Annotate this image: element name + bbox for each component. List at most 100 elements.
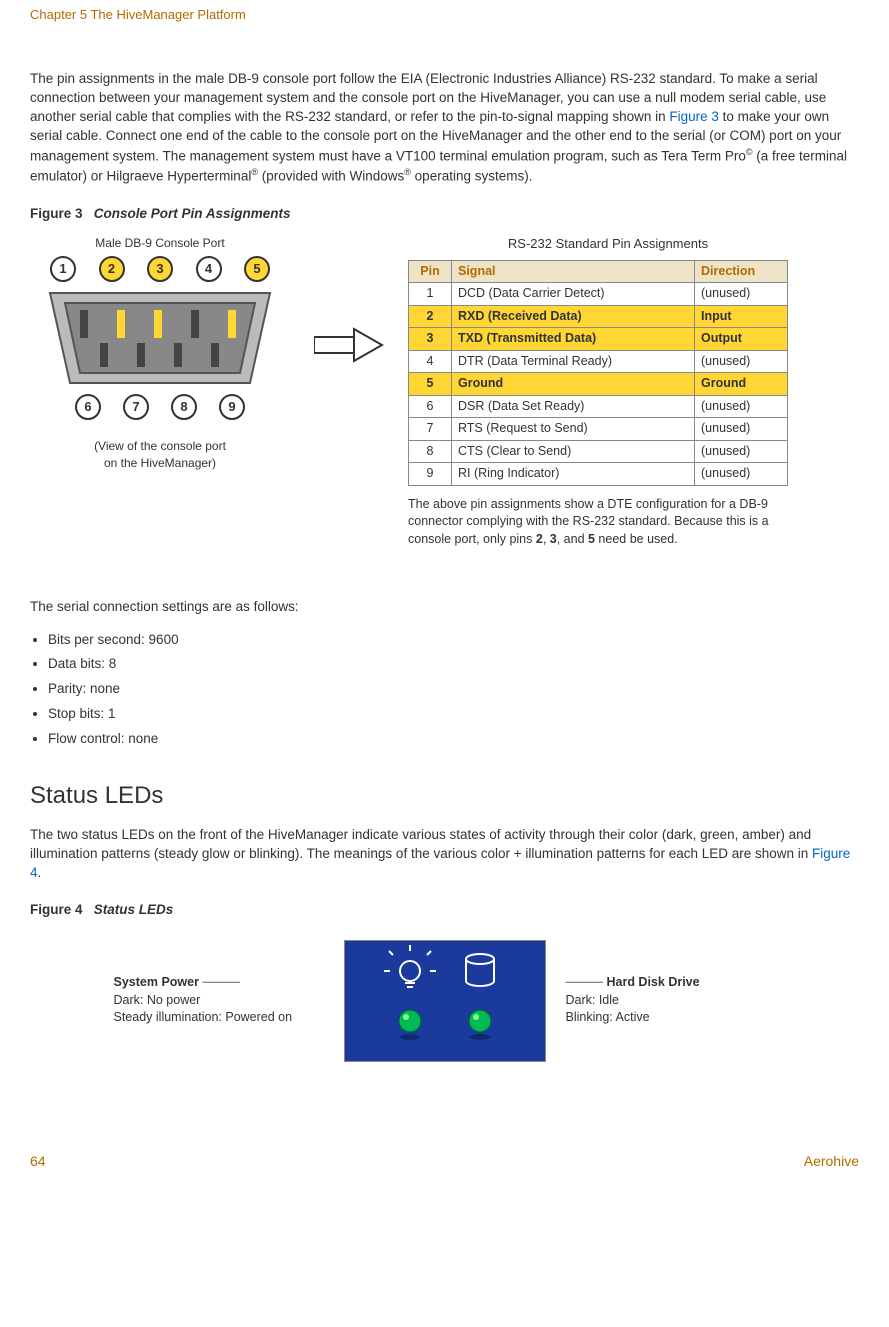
cell-sig: CTS (Clear to Send) bbox=[452, 440, 695, 463]
note-comma-2: , and bbox=[557, 532, 588, 546]
pin-circle-9: 9 bbox=[219, 394, 245, 420]
status-leds-heading: Status LEDs bbox=[30, 779, 859, 813]
cell-pin: 7 bbox=[409, 418, 452, 441]
arrow-icon bbox=[314, 235, 384, 370]
cell-sig: DSR (Data Set Ready) bbox=[452, 395, 695, 418]
pin-circle-3: 3 bbox=[147, 256, 173, 282]
table-row: 9RI (Ring Indicator)(unused) bbox=[409, 463, 788, 486]
db9-subcaption: (View of the console port on the HiveMan… bbox=[30, 438, 290, 472]
intro-paragraph: The pin assignments in the male DB-9 con… bbox=[30, 70, 859, 186]
list-item: Stop bits: 1 bbox=[48, 705, 859, 724]
brand-name: Aerohive bbox=[804, 1152, 859, 1172]
intro-text-d: (provided with Windows bbox=[258, 169, 404, 184]
db9-diagram: Male DB-9 Console Port 1 2 3 4 5 bbox=[30, 235, 290, 471]
pin-table: Pin Signal Direction 1DCD (Data Carrier … bbox=[408, 260, 788, 486]
figure-3-caption: Figure 3 Console Port Pin Assignments bbox=[30, 205, 859, 224]
pin-circle-1: 1 bbox=[50, 256, 76, 282]
figure-4-content: System Power ——— Dark: No power Steady i… bbox=[30, 940, 859, 1062]
pin-circle-8: 8 bbox=[171, 394, 197, 420]
figure-4-number: Figure 4 bbox=[30, 902, 83, 917]
cell-sig: RI (Ring Indicator) bbox=[452, 463, 695, 486]
cell-dir: (unused) bbox=[695, 395, 788, 418]
hdr-direction: Direction bbox=[695, 260, 788, 283]
cell-pin: 8 bbox=[409, 440, 452, 463]
pin-table-title: RS-232 Standard Pin Assignments bbox=[408, 235, 808, 253]
pin-circle-6: 6 bbox=[75, 394, 101, 420]
figure-3-content: Male DB-9 Console Port 1 2 3 4 5 bbox=[30, 235, 859, 548]
serial-settings-list: Bits per second: 9600 Data bits: 8 Parit… bbox=[30, 631, 859, 749]
cell-sig: TXD (Transmitted Data) bbox=[452, 328, 695, 351]
db9-sub-line2: on the HiveManager) bbox=[104, 456, 216, 470]
note-comma-1: , bbox=[543, 532, 550, 546]
db9-title: Male DB-9 Console Port bbox=[30, 235, 290, 252]
hdd-line2: Blinking: Active bbox=[566, 1009, 776, 1027]
figure-3-title: Console Port Pin Assignments bbox=[94, 206, 291, 221]
hdr-signal: Signal bbox=[452, 260, 695, 283]
table-row: 6DSR (Data Set Ready)(unused) bbox=[409, 395, 788, 418]
hdd-legend: ——— Hard Disk Drive Dark: Idle Blinking:… bbox=[566, 974, 776, 1027]
cell-sig: DCD (Data Carrier Detect) bbox=[452, 283, 695, 306]
cell-sig: RXD (Received Data) bbox=[452, 305, 695, 328]
pin-table-block: RS-232 Standard Pin Assignments Pin Sign… bbox=[408, 235, 808, 548]
table-row: 1DCD (Data Carrier Detect)(unused) bbox=[409, 283, 788, 306]
db9-top-pins: 1 2 3 4 5 bbox=[50, 256, 270, 282]
note-bold-5: 5 bbox=[588, 532, 595, 546]
table-row: 8CTS (Clear to Send)(unused) bbox=[409, 440, 788, 463]
pin-table-note: The above pin assignments show a DTE con… bbox=[408, 496, 788, 549]
cell-pin: 3 bbox=[409, 328, 452, 351]
table-row: 5GroundGround bbox=[409, 373, 788, 396]
system-power-line1: Dark: No power bbox=[114, 992, 324, 1010]
cell-dir: (unused) bbox=[695, 440, 788, 463]
cell-pin: 9 bbox=[409, 463, 452, 486]
note-text-end: need be used. bbox=[595, 532, 678, 546]
pin-circle-7: 7 bbox=[123, 394, 149, 420]
db9-connector-icon bbox=[45, 288, 275, 388]
reg-sup-1: ® bbox=[251, 167, 258, 177]
cell-pin: 5 bbox=[409, 373, 452, 396]
cell-dir: (unused) bbox=[695, 418, 788, 441]
figure-4-caption: Figure 4 Status LEDs bbox=[30, 901, 859, 920]
cell-dir: Ground bbox=[695, 373, 788, 396]
cell-dir: Input bbox=[695, 305, 788, 328]
list-item: Bits per second: 9600 bbox=[48, 631, 859, 650]
page-footer: 64 Aerohive bbox=[30, 1152, 859, 1172]
cell-dir: (unused) bbox=[695, 283, 788, 306]
list-item: Flow control: none bbox=[48, 730, 859, 749]
table-row: 3TXD (Transmitted Data)Output bbox=[409, 328, 788, 351]
db9-bottom-pins: 6 7 8 9 bbox=[75, 394, 245, 420]
status-text-b: . bbox=[38, 865, 42, 880]
note-bold-2: 2 bbox=[536, 532, 543, 546]
hdd-header: ——— Hard Disk Drive bbox=[566, 974, 776, 992]
cell-sig: Ground bbox=[452, 373, 695, 396]
system-power-line2: Steady illumination: Powered on bbox=[114, 1009, 324, 1027]
figure-3-link[interactable]: Figure 3 bbox=[669, 109, 719, 124]
note-bold-3: 3 bbox=[550, 532, 557, 546]
list-item: Data bits: 8 bbox=[48, 655, 859, 674]
cell-pin: 4 bbox=[409, 350, 452, 373]
intro-text-e: operating systems). bbox=[411, 169, 533, 184]
cell-dir: (unused) bbox=[695, 350, 788, 373]
pin-circle-5: 5 bbox=[244, 256, 270, 282]
status-text-a: The two status LEDs on the front of the … bbox=[30, 827, 812, 861]
table-row: 4DTR (Data Terminal Ready)(unused) bbox=[409, 350, 788, 373]
system-power-header: System Power ——— bbox=[114, 974, 324, 992]
reg-sup-2: ® bbox=[404, 167, 411, 177]
page-number: 64 bbox=[30, 1152, 46, 1172]
figure-4-title: Status LEDs bbox=[94, 902, 174, 917]
cell-pin: 6 bbox=[409, 395, 452, 418]
figure-3-number: Figure 3 bbox=[30, 206, 83, 221]
pin-circle-4: 4 bbox=[196, 256, 222, 282]
list-item: Parity: none bbox=[48, 680, 859, 699]
cell-dir: Output bbox=[695, 328, 788, 351]
led-panel-icon bbox=[344, 940, 546, 1062]
cell-dir: (unused) bbox=[695, 463, 788, 486]
pin-circle-2: 2 bbox=[99, 256, 125, 282]
table-row: 2RXD (Received Data)Input bbox=[409, 305, 788, 328]
hdd-line1: Dark: Idle bbox=[566, 992, 776, 1010]
db9-sub-line1: (View of the console port bbox=[94, 439, 226, 453]
cell-pin: 2 bbox=[409, 305, 452, 328]
system-power-legend: System Power ——— Dark: No power Steady i… bbox=[114, 974, 324, 1027]
table-row: 7RTS (Request to Send)(unused) bbox=[409, 418, 788, 441]
hdr-pin: Pin bbox=[409, 260, 452, 283]
serial-settings-intro: The serial connection settings are as fo… bbox=[30, 598, 859, 617]
